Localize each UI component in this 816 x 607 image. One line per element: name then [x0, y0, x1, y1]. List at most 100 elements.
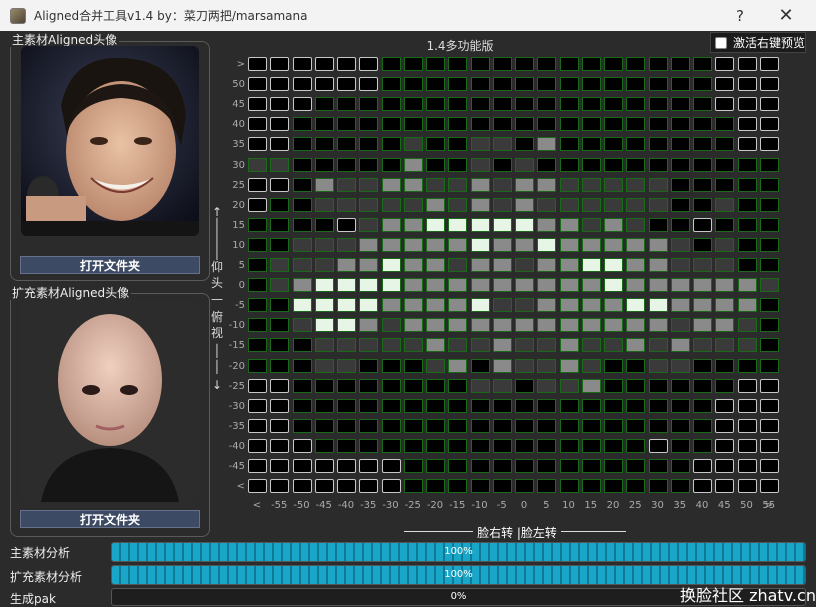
pose-cell[interactable] — [381, 298, 401, 313]
pose-cell[interactable] — [314, 97, 334, 112]
pose-cell[interactable] — [381, 398, 401, 413]
pose-cell[interactable] — [470, 418, 490, 433]
pose-cell[interactable] — [248, 137, 267, 152]
pose-cell[interactable] — [537, 157, 557, 172]
pose-cell[interactable] — [426, 258, 445, 272]
pose-cell[interactable] — [403, 97, 423, 112]
pose-cell[interactable] — [670, 77, 690, 92]
pose-cell[interactable] — [693, 97, 712, 112]
pose-cell[interactable] — [470, 358, 490, 373]
open-ext-folder-button[interactable]: 打开文件夹 — [20, 510, 200, 528]
pose-cell[interactable] — [448, 217, 468, 232]
pose-cell[interactable] — [759, 278, 779, 293]
pose-cell[interactable] — [337, 298, 356, 313]
pose-cell[interactable] — [648, 57, 668, 71]
pose-cell[interactable] — [270, 157, 290, 172]
pose-cell[interactable] — [515, 137, 534, 152]
pose-cell[interactable] — [737, 57, 757, 71]
pose-cell[interactable] — [292, 137, 312, 152]
pose-cell[interactable] — [737, 438, 757, 453]
pose-cell[interactable] — [314, 438, 334, 453]
pose-cell[interactable] — [337, 258, 356, 272]
pose-cell[interactable] — [604, 318, 623, 333]
pose-cell[interactable] — [381, 318, 401, 333]
pose-cell[interactable] — [470, 77, 490, 92]
pose-cell[interactable] — [537, 258, 557, 272]
pose-cell[interactable] — [359, 358, 379, 373]
pose-cell[interactable] — [537, 398, 557, 413]
pose-cell[interactable] — [737, 137, 757, 152]
pose-cell[interactable] — [248, 378, 267, 393]
pose-cell[interactable] — [515, 77, 534, 92]
pose-cell[interactable] — [537, 278, 557, 293]
pose-cell[interactable] — [359, 298, 379, 313]
pose-cell[interactable] — [426, 137, 445, 152]
pose-cell[interactable] — [604, 217, 623, 232]
pose-cell[interactable] — [470, 378, 490, 393]
pose-cell[interactable] — [492, 479, 512, 494]
pose-cell[interactable] — [581, 77, 601, 92]
pose-cell[interactable] — [403, 438, 423, 453]
pose-cell[interactable] — [537, 338, 557, 353]
pose-cell[interactable] — [470, 318, 490, 333]
pose-cell[interactable] — [515, 418, 534, 433]
pose-cell[interactable] — [492, 157, 512, 172]
pose-cell[interactable] — [626, 197, 646, 212]
pose-cell[interactable] — [292, 459, 312, 473]
pose-cell[interactable] — [670, 318, 690, 333]
pose-cell[interactable] — [648, 197, 668, 212]
pose-cell[interactable] — [648, 479, 668, 494]
pose-cell[interactable] — [470, 298, 490, 313]
pose-cell[interactable] — [448, 97, 468, 112]
pose-cell[interactable] — [381, 278, 401, 293]
pose-cell[interactable] — [448, 479, 468, 494]
pose-cell[interactable] — [403, 338, 423, 353]
pose-cell[interactable] — [337, 358, 356, 373]
pose-cell[interactable] — [581, 278, 601, 293]
pose-cell[interactable] — [670, 217, 690, 232]
pose-cell[interactable] — [426, 157, 445, 172]
pose-cell[interactable] — [314, 479, 334, 494]
pose-cell[interactable] — [448, 438, 468, 453]
pose-cell[interactable] — [648, 237, 668, 252]
pose-cell[interactable] — [337, 479, 356, 494]
pose-cell[interactable] — [248, 237, 267, 252]
pose-cell[interactable] — [248, 438, 267, 453]
pose-cell[interactable] — [515, 398, 534, 413]
pose-cell[interactable] — [626, 378, 646, 393]
pose-cell[interactable] — [448, 237, 468, 252]
pose-cell[interactable] — [715, 278, 735, 293]
pose-cell[interactable] — [270, 77, 290, 92]
pose-cell[interactable] — [270, 398, 290, 413]
pose-cell[interactable] — [470, 177, 490, 192]
pose-cell[interactable] — [737, 97, 757, 112]
pose-cell[interactable] — [270, 278, 290, 293]
pose-cell[interactable] — [470, 117, 490, 132]
pose-cell[interactable] — [759, 217, 779, 232]
pose-cell[interactable] — [426, 358, 445, 373]
pose-cell[interactable] — [292, 97, 312, 112]
pose-cell[interactable] — [448, 318, 468, 333]
pose-cell[interactable] — [314, 318, 334, 333]
pose-cell[interactable] — [715, 157, 735, 172]
pose-cell[interactable] — [670, 438, 690, 453]
pose-cell[interactable] — [693, 398, 712, 413]
pose-cell[interactable] — [537, 479, 557, 494]
pose-cell[interactable] — [337, 398, 356, 413]
pose-cell[interactable] — [470, 338, 490, 353]
pose-cell[interactable] — [314, 197, 334, 212]
pose-cell[interactable] — [626, 418, 646, 433]
pose-cell[interactable] — [715, 197, 735, 212]
pose-cell[interactable] — [737, 197, 757, 212]
pose-cell[interactable] — [381, 338, 401, 353]
pose-cell[interactable] — [559, 117, 579, 132]
pose-cell[interactable] — [426, 418, 445, 433]
pose-cell[interactable] — [270, 438, 290, 453]
pose-cell[interactable] — [470, 57, 490, 71]
pose-cell[interactable] — [559, 137, 579, 152]
pose-cell[interactable] — [270, 57, 290, 71]
pose-cell[interactable] — [715, 117, 735, 132]
pose-cell[interactable] — [737, 217, 757, 232]
pose-cell[interactable] — [693, 479, 712, 494]
pose-cell[interactable] — [581, 97, 601, 112]
